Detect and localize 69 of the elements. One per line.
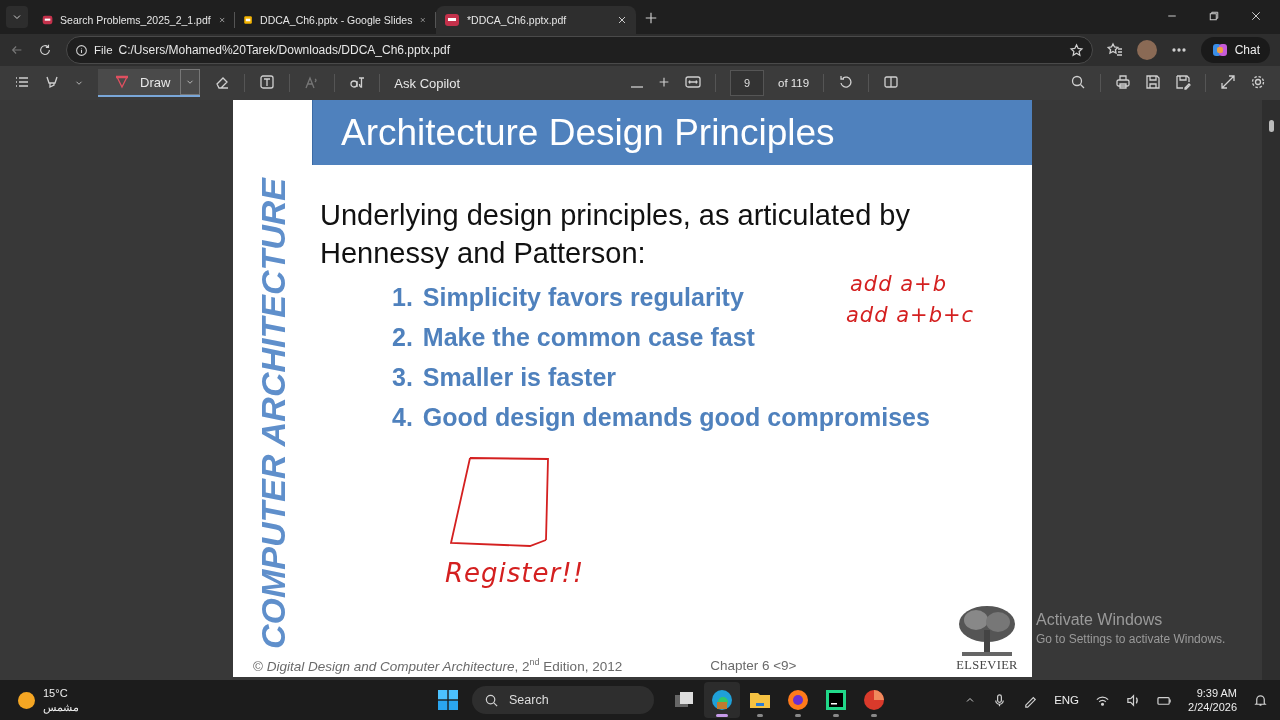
activation-hint: Go to Settings to activate Windows. — [1036, 632, 1226, 646]
browser-tab[interactable]: DDCA_Ch6.pptx - Google Slides — [235, 6, 435, 34]
list-number: 4. — [392, 402, 413, 432]
search-icon — [484, 692, 499, 708]
favorites-icon — [1106, 42, 1123, 58]
tree-logo-icon — [956, 604, 1018, 658]
page-view-icon — [883, 73, 900, 90]
handwritten-note: add a+b+c — [846, 305, 975, 326]
close-icon — [1250, 10, 1262, 22]
printer-icon — [1115, 73, 1131, 90]
draw-label: Draw — [140, 74, 171, 90]
plus-icon — [644, 11, 658, 25]
principle-text: Make the common case fast — [422, 322, 755, 352]
ask-copilot-button[interactable]: Ask Copilot — [394, 75, 461, 91]
text-box-icon — [259, 73, 276, 90]
search-icon — [1070, 73, 1086, 90]
chat-button[interactable]: Chat — [1200, 37, 1270, 63]
info-icon — [75, 43, 88, 57]
profile-avatar[interactable] — [1136, 40, 1157, 60]
list-number: 1. — [392, 282, 413, 312]
save-as-icon — [1175, 73, 1191, 90]
weather-condition: مشمس — [43, 700, 79, 714]
expand-icon — [1220, 73, 1236, 90]
copilot-icon — [1210, 41, 1229, 59]
side-banner-text: COMPUTER ARCHITECTURE — [255, 178, 290, 649]
fit-width-icon — [685, 73, 701, 90]
temperature-text: 15°C — [43, 686, 69, 700]
star-icon — [1068, 42, 1084, 58]
copyright-text: © Digital Design and Computer Architecture, 2$^{nd}$ Edition, 2012 — [253, 656, 623, 673]
address-bar[interactable]: File C:/Users/Mohamed%20Tarek/Downloads/DDCA_Ch6.pptx.pdf — [66, 36, 1093, 64]
tab-list-button[interactable] — [6, 6, 28, 28]
save-as-button[interactable] — [1175, 73, 1191, 93]
list-number: 3. — [392, 362, 413, 392]
settings-icon — [1250, 73, 1266, 90]
draw-options-button[interactable] — [180, 69, 201, 95]
activation-title: Activate Windows — [1036, 611, 1164, 629]
principle-text: Good design demands good compromises — [422, 402, 930, 432]
page-count: of 119 — [778, 77, 810, 89]
close-icon — [616, 14, 628, 26]
principle-text: Simplicity favors regularity — [422, 282, 744, 312]
publisher-logo: ELSEVIER — [956, 604, 1018, 673]
save-icon — [1145, 73, 1161, 90]
intro-text: Underlying design principles, as articulated by Hennessy and Patterson: — [320, 198, 911, 271]
scheme-label: File — [94, 44, 113, 56]
scrollbar[interactable] — [1262, 100, 1280, 680]
pdf-file-icon — [444, 12, 460, 28]
clock[interactable]: 9:39 AM 2/24/2026 — [1188, 686, 1237, 714]
taskbar-search-field[interactable]: Search — [472, 686, 654, 714]
start-icon[interactable] — [438, 690, 458, 710]
browser-tab[interactable]: Search Problems_2025_2_1.pdf — [34, 6, 234, 34]
principle-text: Smaller is faster — [422, 362, 617, 392]
refresh-icon — [38, 43, 52, 57]
restore-icon — [1208, 10, 1220, 22]
list-number: 2. — [392, 322, 413, 352]
language-indicator[interactable]: ENG — [1054, 694, 1080, 706]
pen-icon — [114, 74, 130, 90]
slide-title: Architecture Design Principles — [341, 111, 835, 154]
browser-tab[interactable]: *DDCA_Ch6.pptx.pdf — [436, 6, 636, 34]
weather-icon[interactable] — [18, 691, 35, 709]
notification-bell-icon — [1253, 692, 1268, 708]
draw-tool[interactable]: Draw — [98, 69, 201, 97]
handwritten-note: add a+b — [850, 274, 947, 295]
taskbar-app-icon[interactable] — [704, 682, 740, 718]
chapter-label: Chapter 6 <9> — [710, 658, 797, 673]
page-number-field[interactable]: 9 — [730, 70, 764, 96]
url-text: C:/Users/Mohamed%20Tarek/Downloads/DDCA_Ch6.pptx.pdf — [118, 43, 451, 57]
back-icon — [10, 43, 24, 57]
handwritten-note: Register!! — [445, 560, 585, 586]
minus-icon — [631, 85, 643, 88]
